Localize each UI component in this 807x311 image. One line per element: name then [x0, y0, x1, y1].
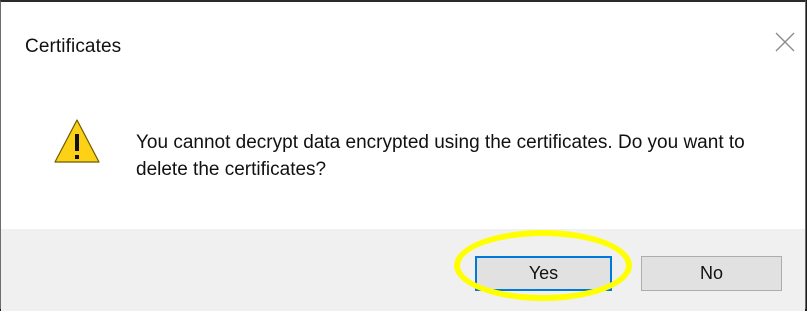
dialog-button-bar: Yes No [1, 229, 805, 311]
certificates-dialog: Certificates You cannot decrypt data enc… [0, 0, 806, 311]
no-button[interactable]: No [641, 256, 782, 291]
warning-icon [53, 117, 101, 165]
dialog-message: You cannot decrypt data encrypted using … [136, 132, 745, 180]
close-icon[interactable] [773, 30, 797, 54]
yes-button[interactable]: Yes [475, 256, 612, 291]
dialog-title: Certificates [25, 36, 122, 57]
